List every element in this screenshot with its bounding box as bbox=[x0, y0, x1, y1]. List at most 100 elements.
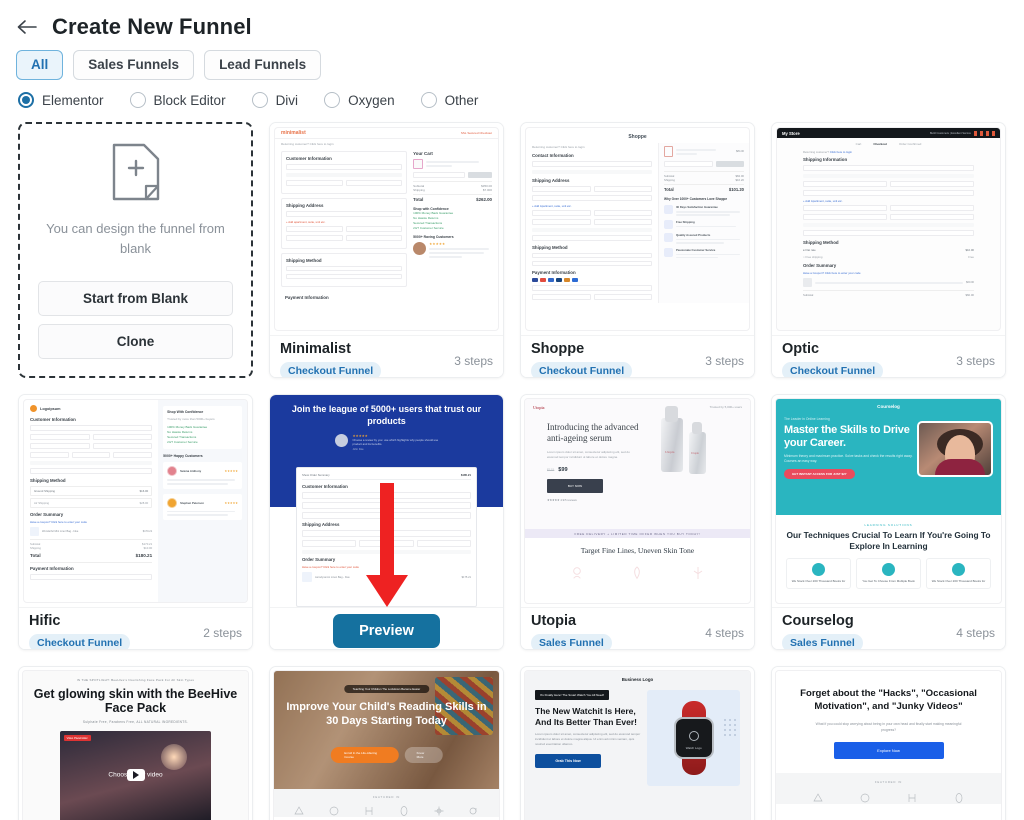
template-card-hific[interactable]: Logoipsum Customer Information Shipping … bbox=[18, 394, 253, 650]
template-thumbnail: Business Logo It's Finally Here! The Sma… bbox=[521, 667, 754, 820]
clone-button[interactable]: Clone bbox=[38, 323, 233, 359]
radio-oxygen[interactable]: Oxygen bbox=[324, 92, 395, 108]
thumb-headline: Introducing the advanced anti-ageing ser… bbox=[547, 422, 639, 443]
thumb-section: Customer Information bbox=[302, 484, 348, 489]
thumb-review-name: Selena Anthony bbox=[180, 469, 202, 473]
preview-button[interactable]: Preview bbox=[333, 614, 440, 648]
template-thumbnail: Utopia Trusted by 5,000+ users Introduci… bbox=[521, 395, 754, 607]
thumb-total: $180.21 bbox=[135, 553, 153, 558]
thumb-sub: Sulphate Free, Parabens Free, ALL NATURA… bbox=[82, 720, 189, 724]
thumb-why-item: Passionate Customer Service bbox=[676, 247, 716, 252]
template-card-hacks[interactable]: Forget about the "Hacks", "Occasional Mo… bbox=[771, 666, 1006, 820]
funnel-type-tabs: All Sales Funnels Lead Funnels bbox=[8, 44, 1016, 80]
thumb-body: Minimum theory and maximum practice. Sol… bbox=[784, 454, 913, 463]
thumb-strip: FREE DELIVERY + LIMITED TIME OFFER WHEN … bbox=[525, 529, 750, 538]
thumb-brand: Utopia bbox=[533, 405, 545, 410]
template-card-footer: Utopia Sales Funnel 4 steps bbox=[521, 607, 754, 649]
template-name: Optic bbox=[782, 341, 820, 357]
template-grid: You can design the funnel from blank Sta… bbox=[8, 108, 1016, 820]
template-card-footer: Minimalist Checkout Funnel 3 steps bbox=[270, 335, 503, 377]
radio-label-oxygen: Oxygen bbox=[348, 92, 395, 108]
radio-label-block-editor: Block Editor bbox=[153, 92, 226, 108]
thumb-returning: Returning customer? Click here to login bbox=[281, 142, 334, 146]
thumb-total-label: Total bbox=[413, 197, 424, 202]
thumb-headline: Improve Your Child's Reading Skills in 3… bbox=[286, 701, 487, 727]
radio-elementor[interactable]: Elementor bbox=[18, 92, 104, 108]
radio-divi[interactable]: Divi bbox=[251, 92, 299, 108]
thumb-tag: It's Finally Here! The Smart Watch You A… bbox=[535, 690, 610, 700]
radio-other[interactable]: Other bbox=[420, 92, 478, 108]
template-steps: 2 steps bbox=[203, 626, 242, 640]
thumb-why-item: 30 Days Satisfaction Guarantee bbox=[676, 205, 718, 209]
thumb-rating: ★★★★★ 4.9/5 reviews bbox=[547, 498, 577, 502]
tab-lead-funnels[interactable]: Lead Funnels bbox=[204, 50, 322, 80]
template-card-courselog[interactable]: Courselog The Leader in Online Learning … bbox=[771, 394, 1006, 650]
thumb-video-label: Video Placeholder bbox=[63, 735, 91, 741]
thumb-confidence-title: Shop With Confidence bbox=[167, 410, 204, 414]
thumb-brand: Logoipsum bbox=[40, 406, 61, 411]
template-card-utopia[interactable]: Utopia Trusted by 5,000+ users Introduci… bbox=[520, 394, 755, 650]
blank-card-description: You can design the funnel from blank bbox=[46, 220, 225, 256]
template-badge: Checkout Funnel bbox=[280, 362, 382, 377]
template-thumbnail: minimalist SSL Secured Checkout Returnin… bbox=[270, 123, 503, 335]
thumb-section: Shipping Address bbox=[302, 522, 340, 527]
thumb-brand: My Store bbox=[782, 130, 800, 136]
thumb-step: Checkout bbox=[873, 142, 887, 146]
back-arrow-icon[interactable] bbox=[14, 14, 40, 40]
thumb-brand: minimalist bbox=[281, 130, 306, 136]
tab-sales-funnels[interactable]: Sales Funnels bbox=[73, 50, 195, 80]
tab-all[interactable]: All bbox=[16, 50, 64, 80]
template-card-beehive[interactable]: IN THE SPOTLIGHT: BeeHive's Nourishing F… bbox=[18, 666, 253, 820]
radio-block-editor[interactable]: Block Editor bbox=[129, 92, 226, 108]
template-card-footer: Optic Checkout Funnel 3 steps bbox=[772, 335, 1005, 377]
thumb-price: $99 bbox=[558, 467, 568, 473]
radio-dot-icon bbox=[420, 92, 437, 108]
thumb-cta: BUY NOW bbox=[547, 479, 603, 493]
radio-dot-icon bbox=[251, 92, 268, 108]
thumb-cart-title: Your Cart bbox=[413, 151, 433, 156]
thumb-cta-secondary: Know More bbox=[404, 747, 443, 763]
template-card-minimalist[interactable]: minimalist SSL Secured Checkout Returnin… bbox=[269, 122, 504, 378]
thumb-ssl: SSL Secured Checkout bbox=[460, 131, 492, 135]
thumb-body: What if you could stop worrying about be… bbox=[815, 722, 962, 732]
thumb-section: Shipping Method bbox=[532, 245, 568, 250]
thumb-review-author: John Doe bbox=[352, 448, 364, 451]
template-card-shoppe[interactable]: Shoppe Returning customer? Click here to… bbox=[520, 122, 755, 378]
template-badge: Checkout Funnel bbox=[29, 634, 131, 649]
template-name: Courselog bbox=[782, 613, 854, 629]
thumb-coupon-note: Have a coupon? Click here to enter your … bbox=[302, 565, 359, 569]
thumb-tile: We Stock Over 200 Thousand Books for bbox=[791, 579, 846, 583]
thumb-section: Order Summary bbox=[30, 512, 64, 517]
template-steps: 3 steps bbox=[454, 354, 493, 368]
thumb-cta: GET INSTANT ACCESS FOR JUST $27 bbox=[784, 469, 855, 479]
thumb-body: Lorem ipsum dolor sit amet, consectetur … bbox=[547, 450, 630, 459]
template-thumbnail: Courselog The Leader in Online Learning … bbox=[772, 395, 1005, 607]
blank-funnel-card[interactable]: You can design the funnel from blank Sta… bbox=[18, 122, 253, 378]
thumb-returning: Returning customer? Click here to login bbox=[532, 145, 585, 149]
thumb-total: $101.20 bbox=[728, 187, 744, 192]
template-card-optic[interactable]: My Store Build Customers | Excellent Ser… bbox=[771, 122, 1006, 378]
template-card-hovered-preview[interactable]: Join the league of 5000+ users that trus… bbox=[269, 394, 504, 650]
thumb-shipping: $7.000 bbox=[482, 188, 492, 192]
template-thumbnail: Join the league of 5000+ users that trus… bbox=[270, 395, 503, 607]
thumb-section: Shipping Method bbox=[30, 478, 66, 483]
start-from-blank-button[interactable]: Start from Blank bbox=[38, 280, 233, 316]
template-thumbnail: Teaching Your Children The Lockdown Beca… bbox=[270, 667, 503, 820]
page-plus-icon bbox=[110, 142, 162, 207]
thumb-shipping-label: Shipping bbox=[413, 188, 425, 192]
thumb-brand: Shoppe bbox=[628, 134, 647, 140]
thumb-headline: Master the Skills to Drive your Career. bbox=[784, 424, 910, 449]
avatar bbox=[334, 434, 348, 447]
template-card-footer: Courselog Sales Funnel 4 steps bbox=[772, 607, 1005, 649]
template-steps: 3 steps bbox=[956, 354, 995, 368]
template-thumbnail: Forget about the "Hacks", "Occasional Mo… bbox=[772, 667, 1005, 820]
template-card-watch[interactable]: Business Logo It's Finally Here! The Sma… bbox=[520, 666, 755, 820]
template-name: Shoppe bbox=[531, 341, 585, 357]
thumb-tile: We Stock Over 200 Thousand Books for bbox=[931, 579, 986, 583]
radio-label-divi: Divi bbox=[275, 92, 299, 108]
thumb-section: Customer Information bbox=[286, 156, 332, 161]
template-card-reading[interactable]: Teaching Your Children The Lockdown Beca… bbox=[269, 666, 504, 820]
thumb-sheet-price: $185.21 bbox=[460, 473, 471, 477]
thumb-section: Payment Information bbox=[30, 562, 153, 571]
template-badge: Checkout Funnel bbox=[531, 362, 633, 377]
